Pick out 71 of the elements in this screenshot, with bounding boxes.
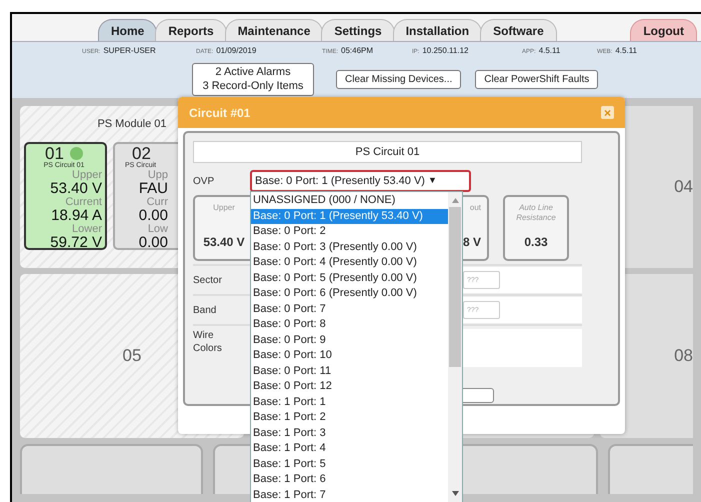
dialog-title: Circuit #01 xyxy=(189,104,250,122)
reading-label: Curr xyxy=(146,196,168,208)
dropdown-option[interactable]: Base: 0 Port: 6 (Presently 0.00 V) xyxy=(251,286,448,302)
scroll-up-icon[interactable] xyxy=(452,198,458,203)
toolbar-button[interactable]: Clear PowerShift Faults xyxy=(475,70,598,88)
name-field[interactable]: PS Circuit 01 xyxy=(193,141,582,163)
box-value: 8 V xyxy=(462,234,481,251)
reading-value: 18.94 A xyxy=(51,208,102,222)
nav-tab[interactable]: Installation xyxy=(392,19,482,41)
info-value: 10.250.11.12 xyxy=(422,45,468,57)
dropdown-option[interactable]: Base: 0 Port: 10 xyxy=(251,348,448,364)
scroll-down-icon[interactable] xyxy=(452,491,458,496)
box-label: out xyxy=(470,203,481,213)
reading-value: 0.00 xyxy=(138,234,168,250)
dropdown-option[interactable]: Base: 0 Port: 3 (Presently 0.00 V) xyxy=(251,240,448,255)
field-label: Band xyxy=(193,304,218,318)
panel-number: 05 xyxy=(122,345,142,368)
dropdown-option[interactable]: UNASSIGNED (000 / NONE) xyxy=(251,193,448,208)
reading-label: Current xyxy=(65,196,102,208)
box-value: 0.33 xyxy=(524,234,548,251)
dropdown-option[interactable]: Base: 1 Port: 6 xyxy=(251,472,448,488)
dropdown-option[interactable]: Base: 0 Port: 7 xyxy=(251,302,448,317)
reading-label: Upp xyxy=(148,170,168,180)
dropdown-option[interactable]: Base: 0 Port: 11 xyxy=(251,364,448,379)
reading-label: Low xyxy=(148,224,168,234)
reading-label: Lower xyxy=(72,224,102,234)
dropdown-option[interactable]: Base: 0 Port: 9 xyxy=(251,332,448,348)
info-value: SUPER-USER xyxy=(103,45,156,57)
dropdown-option[interactable]: Base: 0 Port: 1 (Presently 53.40 V) xyxy=(251,208,448,224)
module-title: PS Module 01 xyxy=(97,117,167,132)
info-value: 05:46PM xyxy=(341,45,374,57)
alarms-button[interactable]: 2 Active Alarms 3 Record-Only Items xyxy=(192,62,314,96)
field-label: OVP xyxy=(193,174,216,188)
box-label: Auto Line Resistance xyxy=(515,203,557,223)
reading-value: 53.40 V xyxy=(50,180,102,196)
nav-tab[interactable]: Maintenance xyxy=(224,19,324,41)
info-value: 4.5.11 xyxy=(538,45,560,57)
box-value: 53.40 V xyxy=(203,234,245,251)
dropdown-option[interactable]: Base: 1 Port: 2 xyxy=(251,410,448,426)
dropdown-option[interactable]: Base: 1 Port: 3 xyxy=(251,426,448,441)
field-label: Wire Colors xyxy=(193,329,223,355)
reading-value: 0.00 xyxy=(138,208,168,222)
dropdown-option[interactable]: Base: 1 Port: 4 xyxy=(251,441,448,456)
dropdown-option[interactable]: Base: 1 Port: 1 xyxy=(251,394,448,410)
nav-tab[interactable]: Home xyxy=(98,19,158,41)
nav-tab[interactable]: Logout xyxy=(630,19,697,41)
dropdown-option[interactable]: Base: 1 Port: 7 xyxy=(251,488,448,502)
nav-tab[interactable]: Settings xyxy=(321,19,395,41)
dropdown-option[interactable]: Base: 0 Port: 5 (Presently 0.00 V) xyxy=(251,270,448,286)
circuit-number: 02 xyxy=(132,144,151,162)
circuit-number: 01 xyxy=(45,144,64,162)
nav-tab[interactable]: Reports xyxy=(155,19,227,41)
dropdown-option[interactable]: Base: 0 Port: 2 xyxy=(251,224,448,240)
reading-value: FAU xyxy=(138,180,168,196)
info-value: 01/09/2019 xyxy=(216,45,256,57)
nav-tab[interactable]: Software xyxy=(480,19,557,41)
panel-number: 04 xyxy=(674,176,693,198)
toolbar-button[interactable]: Clear Missing Devices... xyxy=(336,70,462,88)
panel-number: 08 xyxy=(674,345,693,368)
reading-label: Upper xyxy=(72,170,102,180)
dropdown-option[interactable]: Base: 0 Port: 4 (Presently 0.00 V) xyxy=(251,255,448,270)
box-label: Upper xyxy=(213,203,235,213)
field-label: Sector xyxy=(193,274,223,288)
ovp-select[interactable]: Base: 0 Port: 1 (Presently 53.40 V) ▼ xyxy=(250,170,471,192)
dropdown-option[interactable]: Base: 1 Port: 5 xyxy=(251,456,448,472)
dropdown-option[interactable]: Base: 0 Port: 8 xyxy=(251,317,448,332)
dropdown-option[interactable]: Base: 0 Port: 12 xyxy=(251,379,448,394)
info-value: 4.5.11 xyxy=(615,45,637,57)
reading-value: 59.72 V xyxy=(50,234,102,250)
scrollbar[interactable] xyxy=(448,192,462,502)
scroll-thumb[interactable] xyxy=(449,207,461,367)
